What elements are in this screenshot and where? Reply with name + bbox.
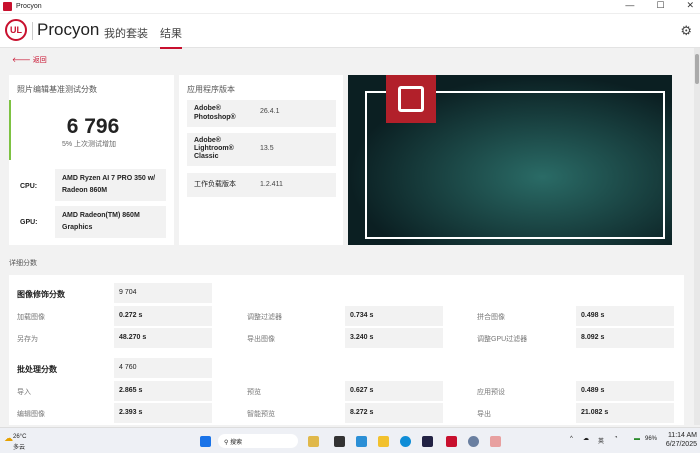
version-row: Adobe® Photoshop® 26.4.1	[187, 100, 336, 127]
version-row: 工作负载版本 1.2.411	[187, 173, 336, 197]
version-value: 1.2.411	[260, 181, 283, 188]
title-bar: Procyon — ☐ ✕	[0, 0, 700, 14]
metric-value: 0.627 s	[345, 381, 443, 401]
brand-name: Procyon	[37, 20, 100, 39]
tab-my-suites[interactable]: 我的套装	[104, 25, 148, 41]
detail-panel: 图像修饰分数 9 704 加载图像 0.272 s 调整过滤器 0.734 s 拼合图像 0.…	[9, 275, 684, 425]
divider	[32, 22, 33, 40]
metric-label: 加载图像	[17, 314, 45, 321]
metric-label: 导入	[17, 389, 31, 396]
metric-value: 0.272 s	[114, 306, 212, 326]
window-title: Procyon	[16, 3, 42, 10]
section-score: 4 760	[114, 358, 212, 378]
metric-label: 导出图像	[247, 336, 275, 343]
overall-score: 6 796	[66, 115, 120, 138]
battery-percent: 96%	[645, 436, 658, 442]
weather-text: 多云	[13, 445, 26, 451]
taskbar: ☁ 26°C 多云 ⚲ 搜索 ^ ☁ 英 ◔ ▬ 96% 11:14 AM 6/…	[0, 427, 700, 453]
start-icon[interactable]	[200, 436, 211, 447]
version-value: 26.4.1	[260, 108, 280, 115]
metric-label: 编辑图像	[17, 411, 45, 418]
procyon-mark-icon	[386, 75, 436, 123]
metric-value: 0.498 s	[576, 306, 674, 326]
clock-date[interactable]: 6/27/2025	[666, 440, 697, 449]
metric-label: 调整过滤器	[247, 314, 282, 321]
search-label: 搜索	[230, 440, 243, 446]
gpu-value: AMD Radeon(TM) 860M Graphics	[55, 206, 166, 238]
version-name: Adobe® Photoshop®	[194, 105, 236, 121]
settings-icon[interactable]	[468, 436, 479, 447]
metric-label: 预览	[247, 389, 261, 396]
metric-value: 48.270 s	[114, 328, 212, 348]
file-explorer-icon[interactable]	[378, 436, 389, 447]
cpu-label: CPU:	[20, 183, 38, 190]
battery-icon[interactable]: ▬	[634, 436, 640, 442]
procyon-taskbar-icon[interactable]	[446, 436, 457, 447]
section-label: 图像修饰分数	[17, 290, 65, 299]
clock[interactable]: 11:14 AM 6/27/2025	[666, 431, 697, 449]
app-header: UL Procyon 我的套装 结果 ⚙	[0, 14, 700, 49]
widgets-icon[interactable]	[308, 436, 319, 447]
app-icon	[3, 2, 12, 11]
gear-icon[interactable]: ⚙	[680, 23, 692, 39]
weather-icon: ☁	[4, 433, 13, 443]
hero-image	[348, 75, 672, 245]
maximize-button[interactable]: ☐	[656, 0, 664, 11]
metric-value: 8.092 s	[576, 328, 674, 348]
version-name: 工作负载版本	[194, 181, 236, 188]
versions-title: 应用程序版本	[187, 85, 235, 94]
version-value: 13.5	[260, 145, 274, 152]
back-link[interactable]: 🡐 返回	[12, 55, 47, 65]
scrollbar-thumb[interactable]	[695, 54, 699, 84]
minimize-button[interactable]: —	[625, 0, 634, 11]
task-view-icon[interactable]	[334, 436, 345, 447]
metric-value: 21.082 s	[576, 403, 674, 423]
close-button[interactable]: ✕	[686, 0, 694, 11]
weather-temp: 26°C	[13, 434, 27, 440]
arrow-left-icon: 🡐	[12, 57, 33, 64]
metric-value: 3.240 s	[345, 328, 443, 348]
metric-label: 应用预设	[477, 389, 505, 396]
cloud-icon: ☁	[583, 436, 589, 442]
search-box[interactable]: ⚲ 搜索	[218, 434, 298, 448]
metric-value: 2.865 s	[114, 381, 212, 401]
back-label: 返回	[32, 57, 47, 64]
metric-label: 导出	[477, 411, 491, 418]
metric-label: 智能预览	[247, 411, 275, 418]
score-card-title: 照片编辑基准测试分数	[17, 85, 97, 94]
wifi-icon[interactable]: ◔	[614, 435, 618, 441]
snipping-icon[interactable]	[490, 436, 501, 447]
ul-logo: UL	[5, 19, 27, 41]
tray-chevron-icon[interactable]: ^	[570, 436, 573, 442]
scrollbar[interactable]	[694, 48, 700, 425]
ime-indicator[interactable]: 英	[598, 436, 604, 445]
store-icon[interactable]	[422, 436, 433, 447]
score-delta: 5% 上次测试增加	[61, 141, 117, 148]
version-name: Adobe® Lightroom® Classic	[194, 137, 234, 160]
version-row: Adobe® Lightroom® Classic 13.5	[187, 133, 336, 166]
section-score: 9 704	[114, 283, 212, 303]
copilot-icon[interactable]	[356, 436, 367, 447]
metric-value: 2.393 s	[114, 403, 212, 423]
metric-value: 8.272 s	[345, 403, 443, 423]
metric-label: 调整GPU过滤器	[477, 336, 528, 343]
gpu-label: GPU:	[20, 219, 38, 226]
detail-title: 详细分数	[9, 260, 37, 267]
metric-value: 0.489 s	[576, 381, 674, 401]
edge-icon[interactable]	[400, 436, 411, 447]
cpu-value: AMD Ryzen AI 7 PRO 350 w/ Radeon 860M	[55, 169, 166, 201]
section-label: 批处理分数	[17, 365, 57, 374]
metric-value: 0.734 s	[345, 306, 443, 326]
clock-time[interactable]: 11:14 AM	[666, 431, 697, 440]
metric-label: 拼合图像	[477, 314, 505, 321]
metric-label: 另存为	[17, 336, 38, 343]
tab-results[interactable]: 结果	[160, 25, 182, 49]
